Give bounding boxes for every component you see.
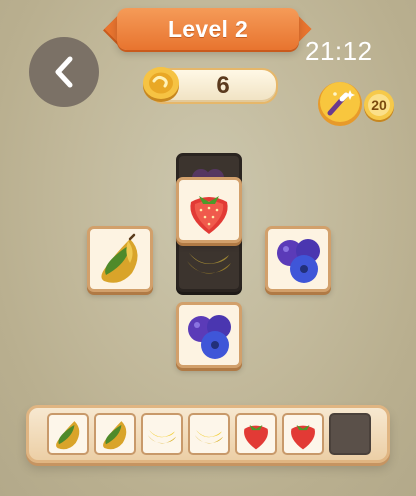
magic-cost-label: 20 bbox=[371, 97, 387, 113]
collection-tray bbox=[26, 405, 390, 463]
clock: 21:12 bbox=[305, 36, 373, 66]
mango-icon bbox=[103, 421, 127, 450]
mango-icon bbox=[101, 233, 138, 283]
coin-icon bbox=[143, 67, 179, 102]
mango-icon bbox=[56, 421, 80, 450]
tile-strawberry[interactable] bbox=[176, 177, 242, 243]
tile-blueberry[interactable] bbox=[265, 226, 331, 292]
strawberry-icon bbox=[190, 196, 228, 234]
tile-blueberry[interactable] bbox=[176, 302, 242, 368]
level-banner: Level 2 bbox=[117, 8, 299, 50]
magic-wand-button[interactable] bbox=[315, 80, 365, 128]
tray-slot-empty bbox=[329, 413, 371, 455]
tray-slots bbox=[47, 413, 375, 455]
tray-slot-mango bbox=[47, 413, 89, 455]
strawberry-icon bbox=[291, 425, 315, 450]
tile-mango[interactable] bbox=[87, 226, 153, 292]
tray-slot-mango bbox=[94, 413, 136, 455]
tray-slot-banana bbox=[188, 413, 230, 455]
back-chevron-icon bbox=[55, 56, 73, 88]
banana-icon bbox=[147, 430, 177, 444]
blueberry-icon bbox=[277, 239, 320, 283]
blueberry-icon bbox=[188, 315, 231, 359]
banana-icon bbox=[194, 430, 224, 444]
tray-slot-banana bbox=[141, 413, 183, 455]
tray-slot-strawberry bbox=[282, 413, 324, 455]
tray-slot-strawberry bbox=[235, 413, 277, 455]
strawberry-icon bbox=[244, 425, 268, 450]
back-button[interactable] bbox=[29, 37, 99, 107]
level-title: Level 2 bbox=[167, 15, 249, 42]
